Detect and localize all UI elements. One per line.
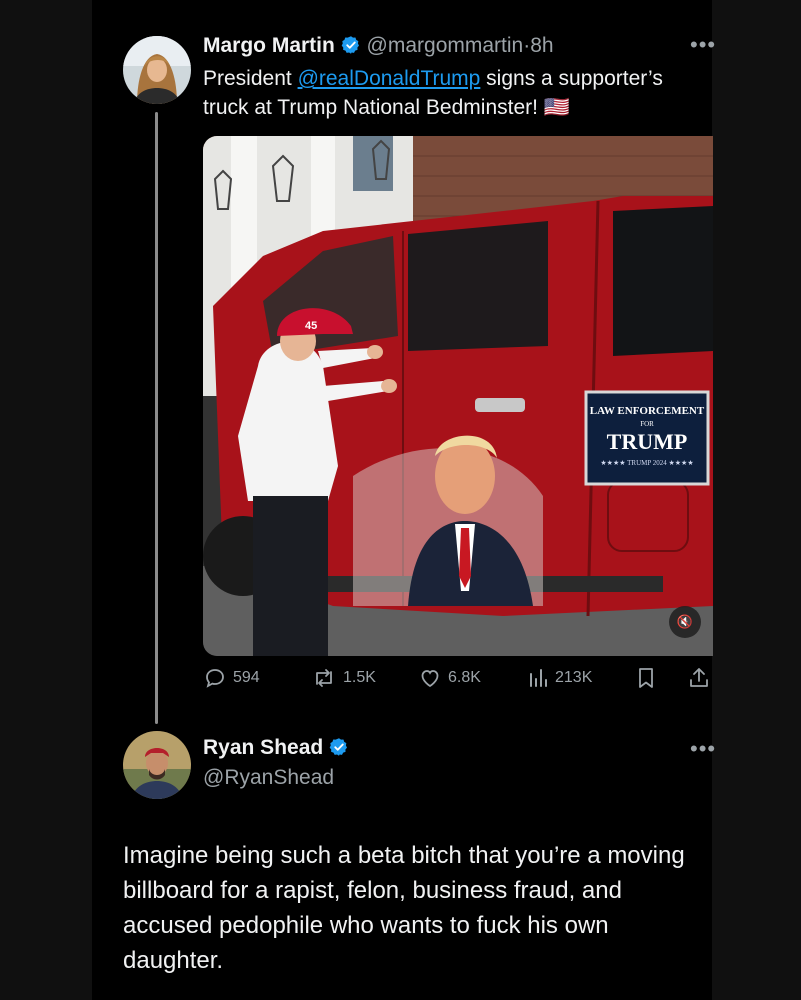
more-icon[interactable]: •••: [690, 34, 716, 56]
share-icon: [690, 668, 708, 687]
repost-count: 1.5K: [343, 669, 376, 686]
views-icon: [530, 669, 547, 687]
sign-line2: FOR: [640, 420, 654, 428]
verified-badge-icon: [329, 737, 349, 763]
reply-icon: [206, 669, 224, 688]
tweet1-actions: 594 1.5K 6.8K 213K: [203, 666, 713, 694]
repost-button[interactable]: 1.5K: [311, 666, 376, 690]
author-handle[interactable]: @margommartin: [367, 34, 524, 57]
repost-icon: [316, 669, 332, 687]
avatar-ryan-shead[interactable]: [123, 731, 191, 799]
author-handle[interactable]: @RyanShead: [203, 766, 334, 790]
views-count: 213K: [555, 669, 593, 686]
hat-text: 45: [305, 320, 317, 332]
views-button[interactable]: 213K: [527, 666, 592, 690]
tweet1-header: Margo Martin @margommartin·8h: [203, 34, 554, 61]
like-count: 6.8K: [448, 669, 481, 686]
author-name[interactable]: Ryan Shead: [203, 736, 323, 759]
sign-line3: TRUMP: [607, 429, 688, 454]
bookmark-button[interactable]: [635, 666, 657, 690]
tweet2-text: Imagine being such a beta bitch that you…: [123, 842, 685, 974]
right-margin: [712, 0, 801, 1000]
tweet2-author-row: Ryan Shead: [203, 736, 349, 763]
left-margin: [0, 0, 92, 1000]
reply-count: 594: [233, 669, 260, 686]
mention-link[interactable]: @realDonaldTrump: [298, 67, 481, 90]
like-button[interactable]: 6.8K: [418, 666, 481, 690]
bookmark-icon: [639, 668, 653, 688]
mute-icon[interactable]: 🔇: [669, 606, 701, 638]
share-button[interactable]: [687, 666, 711, 690]
us-flag-icon: 🇺🇸: [543, 96, 570, 119]
tweet1-text: President @realDonaldTrump signs a suppo…: [203, 64, 708, 122]
media-scene: LAW ENFORCEMENT FOR TRUMP ★★★★ TRUMP 202…: [203, 136, 713, 656]
author-name[interactable]: Margo Martin: [203, 34, 335, 57]
reply-button[interactable]: 594: [203, 666, 260, 690]
sign-line4: ★★★★ TRUMP 2024 ★★★★: [600, 459, 693, 467]
tweet-media-video[interactable]: LAW ENFORCEMENT FOR TRUMP ★★★★ TRUMP 202…: [203, 136, 713, 656]
sign-line1: LAW ENFORCEMENT: [590, 405, 705, 417]
like-icon: [421, 670, 439, 688]
text-before: President: [203, 67, 298, 90]
more-icon[interactable]: •••: [690, 738, 716, 760]
verified-badge-icon: [341, 35, 361, 61]
thread-connector-line: [155, 112, 158, 724]
avatar-margo-martin[interactable]: [123, 36, 191, 104]
tweet-time[interactable]: 8h: [530, 34, 553, 57]
